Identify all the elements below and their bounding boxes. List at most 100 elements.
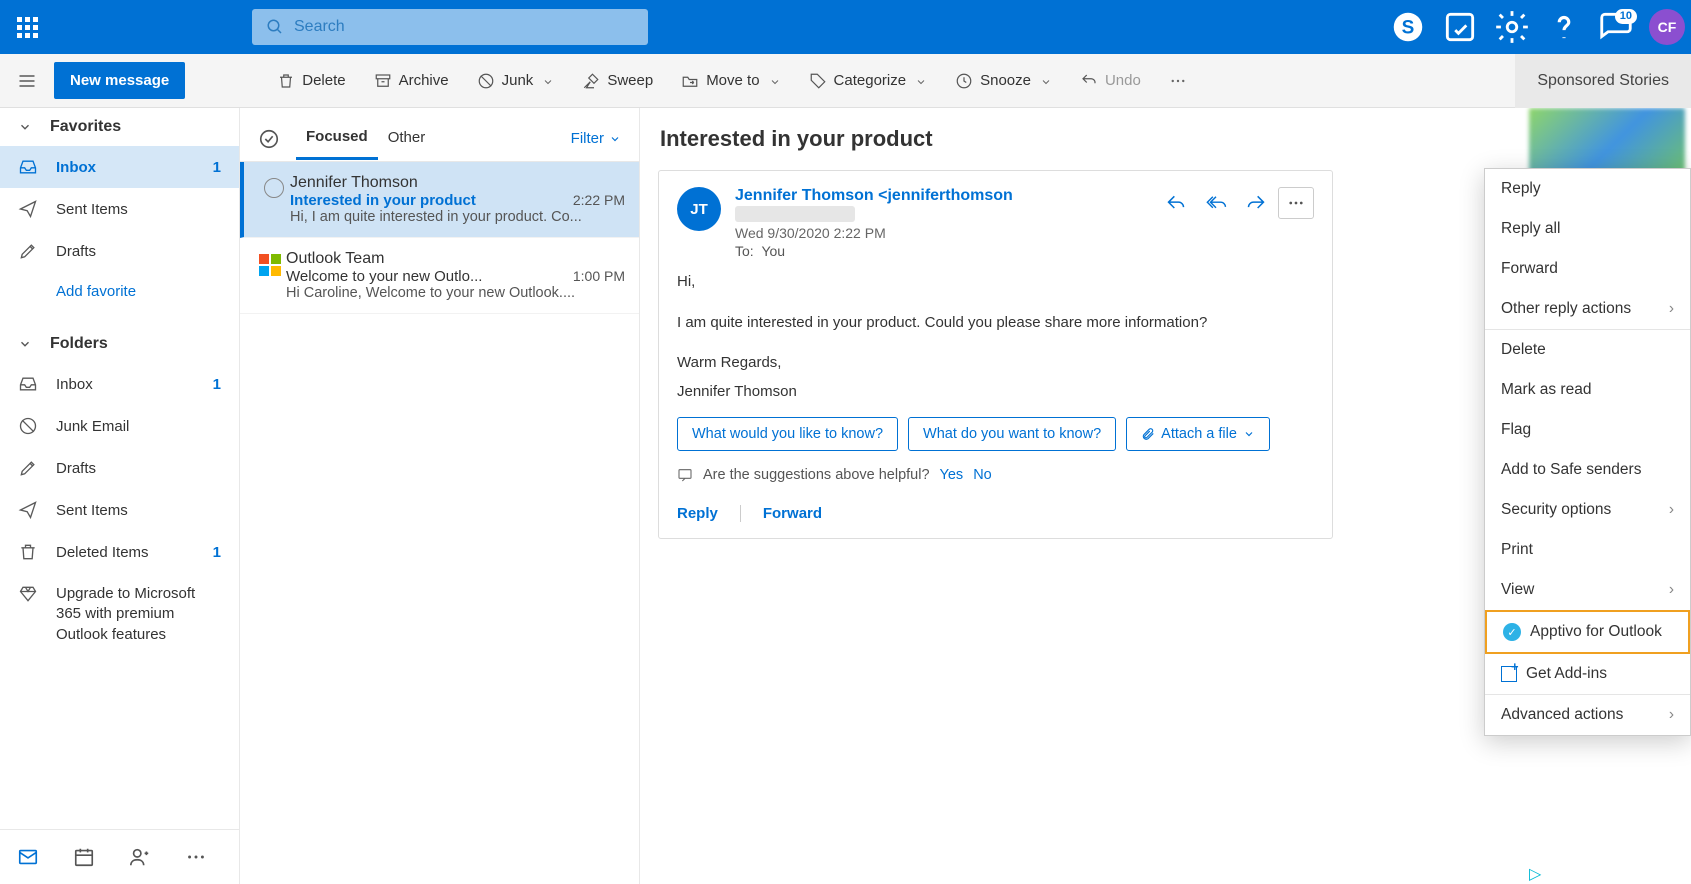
- ctx-forward[interactable]: Forward: [1485, 249, 1690, 289]
- help-icon[interactable]: [1545, 8, 1583, 46]
- move-to-button[interactable]: Move to: [667, 54, 794, 108]
- hamburger-button[interactable]: [0, 71, 54, 91]
- chevron-right-icon: ›: [1669, 706, 1674, 724]
- sidebar-item-sent[interactable]: Sent Items: [0, 188, 239, 230]
- feedback-yes[interactable]: Yes: [940, 467, 964, 483]
- ctx-apptivo[interactable]: ✓Apptivo for Outlook: [1485, 610, 1690, 654]
- email-time: 1:00 PM: [573, 268, 625, 285]
- forward-link[interactable]: Forward: [763, 505, 822, 522]
- chevron-down-icon: [18, 120, 32, 134]
- redacted-text: [735, 206, 855, 222]
- tab-other[interactable]: Other: [378, 119, 436, 158]
- chevron-down-icon: [609, 133, 621, 145]
- email-avatar[interactable]: [254, 250, 286, 301]
- suggested-reply-1[interactable]: What would you like to know?: [677, 417, 898, 451]
- chevron-right-icon: ›: [1669, 581, 1674, 599]
- reply-forward-row: Reply Forward: [677, 505, 1314, 522]
- people-module-button[interactable]: [112, 836, 168, 878]
- sidebar-item-junk[interactable]: Junk Email: [0, 405, 239, 447]
- ctx-delete[interactable]: Delete: [1485, 330, 1690, 370]
- more-module-button[interactable]: [168, 836, 224, 878]
- message-to: To: You: [735, 243, 1144, 259]
- email-item[interactable]: Outlook Team Welcome to your new Outlo..…: [240, 238, 639, 314]
- ctx-print[interactable]: Print: [1485, 530, 1690, 570]
- inbox-icon: [18, 374, 38, 394]
- app-launcher-button[interactable]: [0, 17, 54, 38]
- chevron-right-icon: ›: [1669, 300, 1674, 318]
- feedback-no[interactable]: No: [973, 467, 992, 483]
- app-header: S 10 CF: [0, 0, 1691, 54]
- folders-header[interactable]: Folders: [0, 325, 239, 363]
- apptivo-icon: ✓: [1503, 623, 1521, 641]
- notifications-icon[interactable]: 10: [1597, 8, 1635, 46]
- delete-button[interactable]: Delete: [263, 54, 359, 108]
- email-subject: Welcome to your new Outlo...: [286, 268, 482, 285]
- sidebar-item-inbox[interactable]: Inbox1: [0, 146, 239, 188]
- forward-icon-button[interactable]: [1238, 187, 1274, 219]
- clock-icon: [955, 72, 973, 90]
- attach-file-button[interactable]: Attach a file: [1126, 417, 1270, 451]
- adchoices-icon[interactable]: ▷: [1529, 864, 1685, 884]
- paperclip-icon: [1141, 427, 1155, 441]
- ctx-reply[interactable]: Reply: [1485, 169, 1690, 209]
- favorites-header[interactable]: Favorites: [0, 108, 239, 146]
- block-icon: [477, 72, 495, 90]
- suggested-reply-2[interactable]: What do you want to know?: [908, 417, 1116, 451]
- skype-icon[interactable]: S: [1389, 8, 1427, 46]
- reply-all-icon-button[interactable]: [1198, 187, 1234, 219]
- snooze-button[interactable]: Snooze: [941, 54, 1066, 108]
- email-item[interactable]: Jennifer Thomson Interested in your prod…: [240, 162, 639, 238]
- ctx-mark-read[interactable]: Mark as read: [1485, 370, 1690, 410]
- tab-focused[interactable]: Focused: [296, 118, 378, 160]
- archive-button[interactable]: Archive: [360, 54, 463, 108]
- diary-icon[interactable]: [1441, 8, 1479, 46]
- user-avatar[interactable]: CF: [1649, 9, 1685, 45]
- sidebar-item-sent[interactable]: Sent Items: [0, 489, 239, 531]
- ctx-get-addins[interactable]: Get Add-ins: [1485, 654, 1690, 694]
- diamond-icon: [18, 584, 38, 604]
- settings-icon[interactable]: [1493, 8, 1531, 46]
- email-subject: Interested in your product: [290, 192, 476, 209]
- sidebar-item-inbox[interactable]: Inbox1: [0, 363, 239, 405]
- sidebar-item-drafts[interactable]: Drafts: [0, 447, 239, 489]
- sent-icon: [18, 199, 38, 219]
- reply-link[interactable]: Reply: [677, 505, 718, 522]
- calendar-module-button[interactable]: [56, 836, 112, 878]
- search-box[interactable]: [252, 9, 648, 45]
- junk-button[interactable]: Junk: [463, 54, 569, 108]
- ctx-advanced[interactable]: Advanced actions›: [1485, 695, 1690, 735]
- draft-icon: [18, 241, 38, 261]
- new-message-button[interactable]: New message: [54, 62, 185, 99]
- email-preview: Hi Caroline, Welcome to your new Outlook…: [286, 285, 625, 301]
- filter-button[interactable]: Filter: [571, 130, 621, 147]
- ctx-reply-all[interactable]: Reply all: [1485, 209, 1690, 249]
- folder-move-icon: [681, 72, 699, 90]
- ctx-flag[interactable]: Flag: [1485, 410, 1690, 450]
- sidebar-item-deleted[interactable]: Deleted Items1: [0, 531, 239, 573]
- tag-icon: [809, 72, 827, 90]
- svg-text:S: S: [1402, 17, 1415, 38]
- ctx-security[interactable]: Security options›: [1485, 490, 1690, 530]
- block-icon: [18, 416, 38, 436]
- reply-icon-button[interactable]: [1158, 187, 1194, 219]
- add-favorite-link[interactable]: Add favorite: [0, 272, 239, 311]
- feedback-icon: [677, 467, 693, 483]
- categorize-button[interactable]: Categorize: [795, 54, 942, 108]
- chevron-down-icon: [18, 337, 32, 351]
- ctx-view[interactable]: View›: [1485, 570, 1690, 610]
- more-actions-button[interactable]: [1155, 54, 1201, 108]
- sweep-button[interactable]: Sweep: [568, 54, 667, 108]
- select-all-icon[interactable]: [258, 128, 280, 150]
- mail-module-button[interactable]: [0, 836, 56, 878]
- select-email[interactable]: [258, 174, 290, 225]
- ctx-other-reply[interactable]: Other reply actions›: [1485, 289, 1690, 329]
- sidebar-item-drafts[interactable]: Drafts: [0, 230, 239, 272]
- feedback-row: Are the suggestions above helpful? Yes N…: [677, 467, 1314, 483]
- more-message-actions[interactable]: [1278, 187, 1314, 219]
- undo-button[interactable]: Undo: [1066, 54, 1155, 108]
- search-input[interactable]: [294, 18, 634, 36]
- addins-icon: [1501, 666, 1517, 682]
- sidebar-item-upgrade[interactable]: Upgrade to Microsoft 365 with premium Ou…: [0, 573, 239, 656]
- ctx-safe-senders[interactable]: Add to Safe senders: [1485, 450, 1690, 490]
- message-from: Jennifer Thomson <jenniferthomson: [735, 187, 1144, 223]
